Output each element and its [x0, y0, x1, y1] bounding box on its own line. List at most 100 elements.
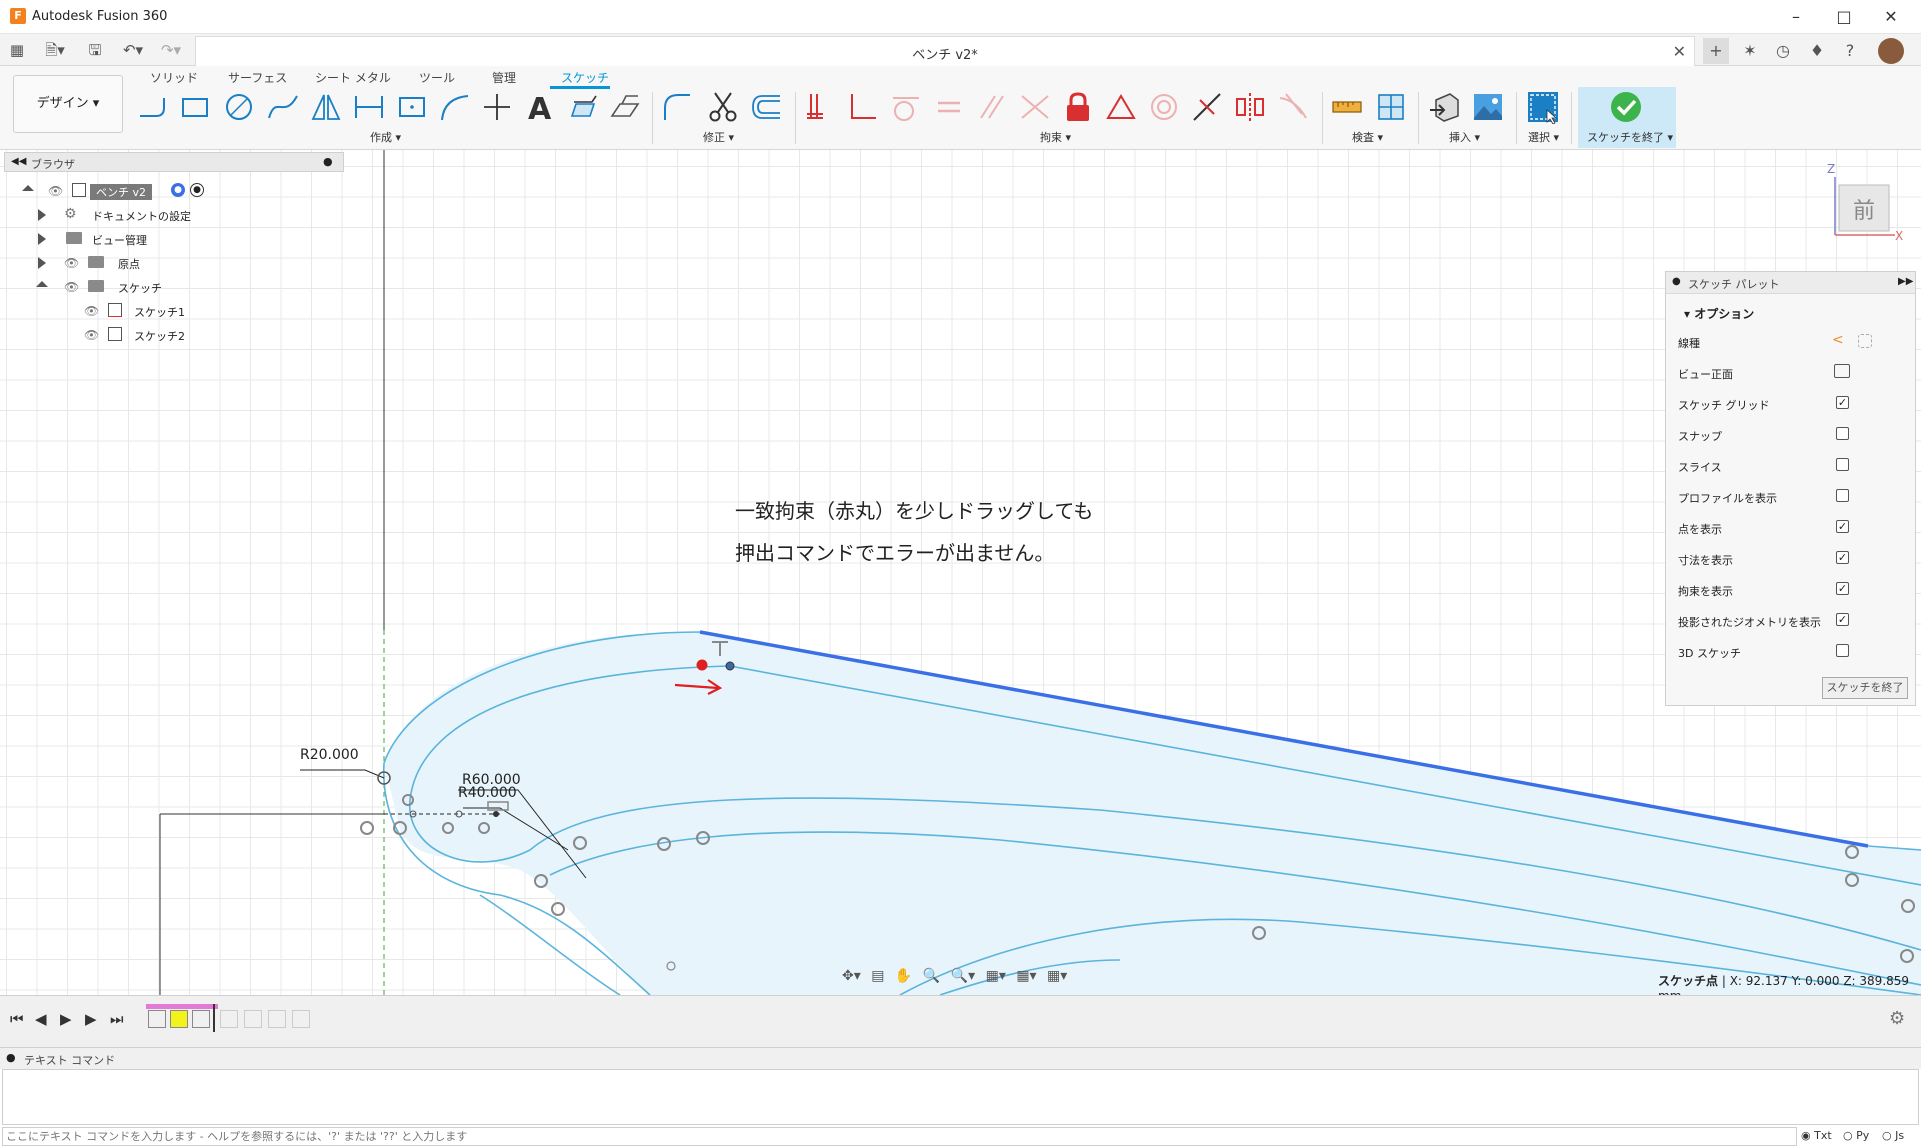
mode-py-radio[interactable]: ○ Py [1843, 1129, 1869, 1142]
browser-item-origin[interactable]: 👁 原点 [34, 252, 234, 274]
equal-constraint-icon[interactable] [932, 90, 966, 124]
browser-item-root[interactable]: 👁 ベンチ v2 ● ● [20, 180, 220, 202]
browser-item-doc-settings[interactable]: ⚙ ドキュメントの設定 [34, 204, 234, 226]
show-projected-checkbox[interactable]: ✓ [1836, 613, 1849, 626]
visibility-eye-icon[interactable]: 👁 [84, 304, 99, 318]
measure-tool-icon[interactable] [1330, 90, 1364, 124]
concentric-constraint-icon[interactable] [1147, 90, 1181, 124]
show-constraints-checkbox[interactable]: ✓ [1836, 582, 1849, 595]
minimize-button[interactable]: – [1773, 4, 1819, 30]
visibility-eye-icon[interactable]: 👁 [64, 256, 79, 270]
insert-canvas-image-icon[interactable] [1471, 90, 1505, 124]
orbit-icon[interactable]: ✥▾ [842, 968, 861, 984]
timeline-feature-icon[interactable] [292, 1010, 310, 1028]
offset-tool-icon[interactable] [566, 90, 600, 124]
spline-tool-icon[interactable] [266, 90, 300, 124]
look-at-icon[interactable] [1834, 364, 1850, 378]
new-tab-plus-icon[interactable]: + [1703, 38, 1729, 64]
parallel-constraint-icon[interactable] [975, 90, 1009, 124]
collapsed-triangle-icon[interactable] [38, 233, 46, 245]
offset-curve-icon[interactable] [750, 90, 784, 124]
play-icon[interactable]: ▶ [60, 1010, 72, 1028]
text-tool-icon[interactable]: A [523, 90, 557, 127]
user-avatar[interactable] [1878, 38, 1904, 64]
center-rectangle-tool-icon[interactable] [395, 90, 429, 124]
horizontal-vertical-constraint-icon[interactable] [803, 90, 837, 124]
mirror-tool-icon[interactable] [309, 90, 343, 124]
timeline-feature-icon[interactable] [268, 1010, 286, 1028]
mode-txt-radio[interactable]: ◉ Txt [1801, 1129, 1832, 1142]
expanded-triangle-icon[interactable] [36, 281, 48, 287]
palette-options-icon[interactable]: ● [1672, 276, 1681, 287]
text-command-toggle-icon[interactable]: ● [6, 1051, 16, 1064]
modify-group-label[interactable]: 修正 ▾ [703, 129, 734, 145]
expand-palette-icon[interactable]: ▶▶ [1898, 276, 1913, 287]
timeline-sketch1-icon[interactable] [148, 1010, 166, 1028]
document-tab[interactable]: ベンチ v2* ✕ [195, 36, 1695, 66]
rectangle-tool-icon[interactable] [178, 90, 212, 124]
pan-hand-icon[interactable]: ✋ [895, 968, 912, 984]
trim-scissors-icon[interactable] [706, 90, 740, 124]
coincident-constraint-point[interactable] [696, 659, 708, 671]
display-settings-icon[interactable]: ▦▾ [986, 968, 1006, 984]
file-menu-icon[interactable]: 🗎▾ [40, 40, 70, 60]
visibility-eye-icon[interactable]: 👁 [64, 280, 79, 294]
line-tool-icon[interactable] [136, 90, 170, 124]
project-tool-icon[interactable] [608, 90, 642, 124]
curvature-constraint-icon[interactable] [1276, 90, 1310, 124]
maximize-button[interactable]: □ [1821, 4, 1867, 30]
timeline-feature-icon[interactable] [220, 1010, 238, 1028]
extensions-icon[interactable]: ✶ [1737, 38, 1763, 64]
visibility-eye-icon[interactable]: 👁 [84, 328, 99, 342]
inspect-display-icon[interactable] [1374, 90, 1408, 124]
view-cube[interactable]: Z X 前 [1825, 162, 1905, 245]
help-icon[interactable]: ? [1837, 38, 1863, 64]
select-window-icon[interactable] [1526, 90, 1560, 125]
tab-solid[interactable]: ソリッド [150, 69, 198, 86]
dimension-r40[interactable]: R40.000 [458, 785, 517, 801]
mode-js-radio[interactable]: ○ Js [1882, 1129, 1904, 1142]
palette-header[interactable]: ● スケッチ パレット ▶▶ [1666, 272, 1915, 294]
notifications-bell-icon[interactable]: ♦ [1804, 38, 1830, 64]
browser-item-named-views[interactable]: ビュー管理 [34, 228, 234, 250]
circle-tool-icon[interactable] [222, 90, 256, 124]
workspace-switcher-button[interactable]: デザイン ▾ [13, 75, 123, 133]
insert-group-label[interactable]: 挿入 ▾ [1449, 129, 1480, 145]
browser-item-sketches[interactable]: 👁 スケッチ [34, 276, 234, 298]
constraints-group-label[interactable]: 拘束 ▾ [1040, 129, 1071, 145]
snap-checkbox[interactable] [1836, 427, 1849, 440]
arc-tool-icon[interactable] [438, 90, 472, 124]
collapsed-triangle-icon[interactable] [38, 209, 46, 221]
tab-surface[interactable]: サーフェス [228, 69, 287, 86]
expanded-triangle-icon[interactable] [22, 185, 34, 191]
finish-sketch-button[interactable]: スケッチを終了 [1822, 677, 1908, 699]
activate-icon[interactable]: ● [171, 183, 185, 197]
finish-sketch-label[interactable]: スケッチを終了 ▾ [1587, 129, 1673, 145]
timeline-settings-gear-icon[interactable]: ⚙ [1889, 1008, 1905, 1029]
timeline-marker[interactable] [213, 1004, 215, 1032]
viewcube-front-face[interactable]: 前 [1839, 193, 1889, 225]
look-at-icon[interactable]: ▤ [871, 968, 884, 984]
options-section-header[interactable]: ▾ オプション [1684, 305, 1754, 322]
create-group-label[interactable]: 作成 ▾ [370, 129, 401, 145]
dimension-r20[interactable]: R20.000 [300, 747, 359, 763]
symmetry-constraint-icon[interactable] [1233, 90, 1267, 124]
fit-zoom-icon[interactable]: 🔍▾ [951, 968, 975, 984]
close-window-button[interactable]: ✕ [1868, 4, 1914, 30]
redo-icon[interactable]: ↷▾ [156, 40, 186, 60]
dimension-tool-icon[interactable] [352, 90, 386, 124]
zoom-icon[interactable]: 🔍 [923, 968, 940, 984]
insert-derive-icon[interactable] [1428, 90, 1462, 124]
go-to-start-icon[interactable]: ⏮ [10, 1010, 24, 1028]
text-command-header[interactable]: ● テキスト コマンド [0, 1047, 1921, 1069]
text-command-input[interactable] [2, 1127, 1797, 1146]
tab-tools[interactable]: ツール [419, 69, 455, 86]
tangent-constraint-icon[interactable] [889, 90, 923, 124]
collapsed-triangle-icon[interactable] [38, 257, 46, 269]
midpoint-constraint-icon[interactable] [1190, 90, 1224, 124]
job-status-icon[interactable]: ◷ [1770, 38, 1796, 64]
visibility-eye-icon[interactable]: 👁 [48, 184, 63, 198]
save-icon[interactable]: 🖫 [84, 40, 106, 60]
go-to-end-icon[interactable]: ⏭ [110, 1010, 124, 1028]
fillet-tool-icon[interactable] [660, 90, 694, 124]
